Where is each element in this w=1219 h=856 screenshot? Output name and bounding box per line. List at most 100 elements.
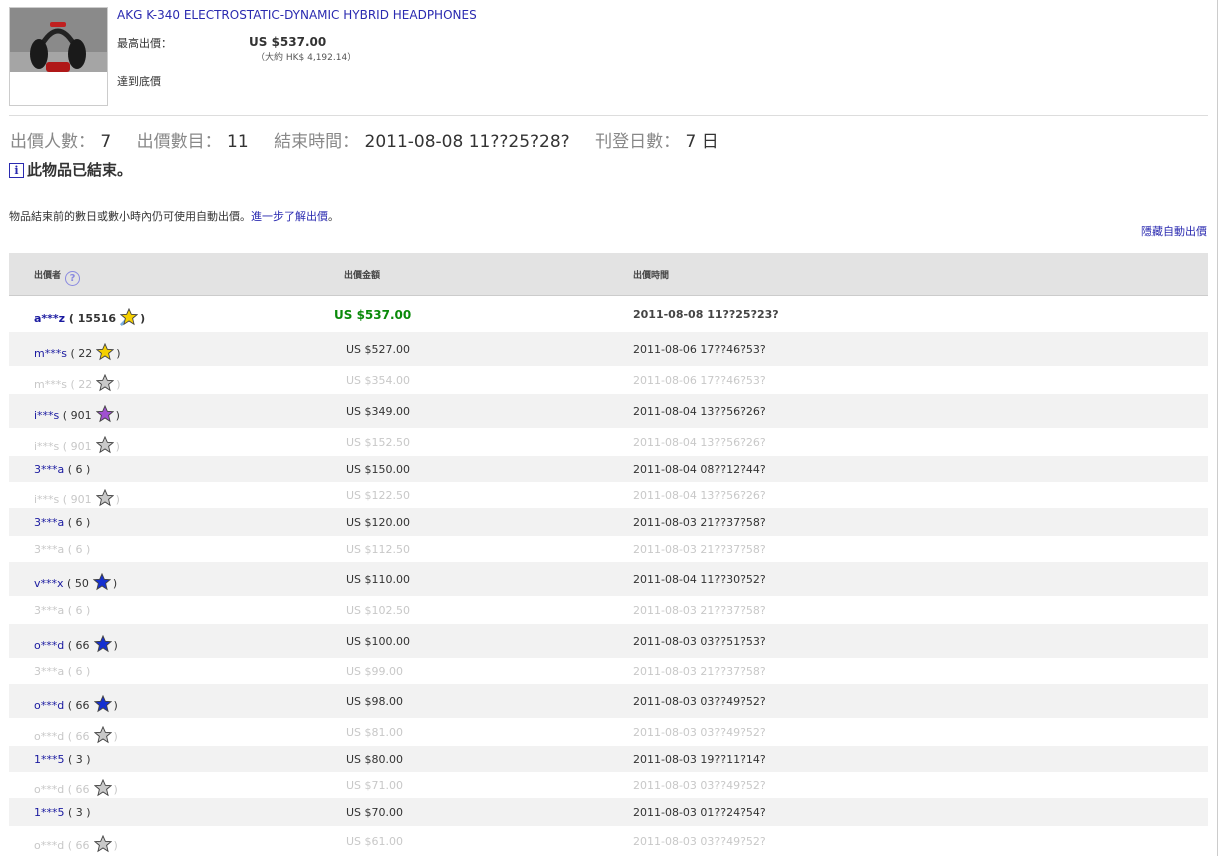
shooting-star-icon[interactable]: [119, 307, 139, 329]
bid-time: 2011-08-03 21??37?58?: [633, 604, 766, 617]
bids-label: 出價數目：: [136, 132, 222, 152]
star-icon[interactable]: [92, 572, 112, 594]
feedback-score[interactable]: 66: [76, 730, 90, 743]
bidder-cell: 3***a ( 6 ): [34, 543, 90, 556]
bid-amount: US $537.00: [334, 308, 412, 322]
feedback-score[interactable]: 50: [75, 577, 89, 590]
help-icon[interactable]: ?: [65, 271, 81, 286]
feedback-score[interactable]: 6: [76, 516, 83, 529]
bidder-name-link[interactable]: 3***a: [34, 604, 64, 617]
bid-time: 2011-08-04 13??56?26?: [633, 405, 766, 418]
paren-open: (: [59, 440, 71, 453]
star-icon[interactable]: [93, 694, 112, 716]
hide-autobids-link[interactable]: 隱藏自動出價: [1141, 223, 1207, 239]
bid-row: i***s ( 901) US $152.50 2011-08-04 13??56?…: [9, 428, 1208, 456]
bid-amount: US $80.00: [346, 753, 404, 766]
bidder-name-link[interactable]: m***s: [34, 378, 67, 391]
bidder-name-link[interactable]: i***s: [34, 440, 59, 453]
star-icon[interactable]: [93, 834, 112, 856]
bidder-name-link[interactable]: 3***a: [34, 665, 64, 678]
bid-amount: US $150.00: [346, 463, 411, 476]
bidder-header-label: 出價者: [34, 271, 62, 281]
end-time-value: 2011-08-08 11??25?28?: [364, 132, 570, 152]
star-icon[interactable]: [95, 435, 114, 457]
feedback-score[interactable]: 66: [76, 839, 90, 852]
bid-amount: US $349.00: [346, 405, 411, 418]
item-thumbnail[interactable]: [9, 7, 108, 106]
paren-open: (: [64, 516, 76, 529]
bid-time: 2011-08-03 03??51?53?: [633, 635, 766, 648]
paren-open: (: [64, 753, 76, 766]
paren-close: ): [86, 463, 91, 476]
paren-open: (: [64, 463, 76, 476]
bidder-name-link[interactable]: i***s: [34, 493, 59, 506]
bid-amount: US $102.50: [346, 604, 411, 617]
item-title-link[interactable]: AKG K-340 ELECTROSTATIC-DYNAMIC HYBRID H…: [117, 8, 477, 22]
bidder-cell: o***d ( 66): [34, 694, 118, 716]
star-icon[interactable]: [93, 778, 112, 800]
feedback-score[interactable]: 6: [76, 604, 83, 617]
bidder-cell: 3***a ( 6 ): [34, 463, 90, 476]
duration-label: 刊登日數：: [595, 132, 681, 152]
bidder-name-link[interactable]: 1***5: [34, 806, 65, 819]
paren-open: (: [64, 665, 76, 678]
amount-column-header: 出價金額: [344, 271, 381, 281]
bidder-name-link[interactable]: o***d: [34, 839, 64, 852]
bidder-name-link[interactable]: 1***5: [34, 753, 65, 766]
feedback-score[interactable]: 901: [71, 440, 92, 453]
feedback-score[interactable]: 22: [78, 378, 92, 391]
bidder-name-link[interactable]: 3***a: [34, 463, 64, 476]
approx-price: （大約 HK$ 4,192.14）: [256, 53, 357, 63]
bidder-name-link[interactable]: o***d: [34, 783, 64, 796]
reserve-met-label: 達到底價: [117, 75, 161, 88]
bid-amount: US $110.00: [346, 573, 411, 586]
bidder-name-link[interactable]: v***x: [34, 577, 64, 590]
feedback-score[interactable]: 15516: [78, 312, 116, 325]
feedback-score[interactable]: 3: [76, 753, 83, 766]
bidder-column-header: 出價者?: [34, 268, 81, 286]
bid-time: 2011-08-04 11??30?52?: [633, 573, 766, 586]
feedback-score[interactable]: 66: [76, 639, 90, 652]
feedback-score[interactable]: 66: [76, 699, 90, 712]
star-icon[interactable]: [95, 342, 115, 364]
bidder-cell: m***s ( 22): [34, 342, 121, 364]
feedback-score[interactable]: 66: [76, 783, 90, 796]
bid-row: m***s ( 22) US $527.00 2011-08-06 17??46?5…: [9, 332, 1208, 366]
paren-close: ): [113, 730, 118, 743]
star-icon[interactable]: [93, 725, 112, 747]
star-icon[interactable]: [95, 488, 114, 510]
feedback-score[interactable]: 901: [71, 409, 92, 422]
feedback-score[interactable]: 3: [76, 806, 83, 819]
bidder-name-link[interactable]: a***z: [34, 312, 65, 325]
bidder-name-link[interactable]: i***s: [34, 409, 59, 422]
bid-time: 2011-08-04 13??56?26?: [633, 436, 766, 449]
feedback-score[interactable]: 22: [78, 347, 92, 360]
star-icon[interactable]: [95, 373, 115, 395]
learn-bidding-link[interactable]: 進一步了解出價: [251, 210, 328, 223]
bidder-name-link[interactable]: o***d: [34, 699, 64, 712]
feedback-score[interactable]: 6: [76, 665, 83, 678]
paren-open: (: [65, 312, 78, 325]
duration-value: 7 日: [685, 132, 719, 152]
bid-amount: US $527.00: [346, 343, 411, 356]
star-icon[interactable]: [93, 634, 112, 656]
paren-close: ): [86, 665, 91, 678]
paren-open: (: [64, 730, 76, 743]
bidder-name-link[interactable]: o***d: [34, 730, 64, 743]
bid-amount: US $122.50: [346, 489, 411, 502]
item-ended-notice: i 此物品已結束。: [9, 159, 132, 180]
paren-open: (: [64, 839, 76, 852]
divider: [9, 115, 1208, 116]
bidder-name-link[interactable]: m***s: [34, 347, 67, 360]
feedback-score[interactable]: 901: [71, 493, 92, 506]
bidder-name-link[interactable]: 3***a: [34, 516, 64, 529]
star-icon[interactable]: [95, 404, 114, 426]
bidder-name-link[interactable]: 3***a: [34, 543, 64, 556]
high-bid-label: 最高出價：: [117, 37, 172, 50]
paren-close: ): [86, 516, 91, 529]
bid-row: o***d ( 66) US $71.00 2011-08-03 03??49?52…: [9, 772, 1208, 798]
feedback-score[interactable]: 6: [76, 543, 83, 556]
bid-row: 3***a ( 6 ) US $120.00 2011-08-03 21??37?5…: [9, 508, 1208, 536]
bidder-name-link[interactable]: o***d: [34, 639, 64, 652]
feedback-score[interactable]: 6: [76, 463, 83, 476]
